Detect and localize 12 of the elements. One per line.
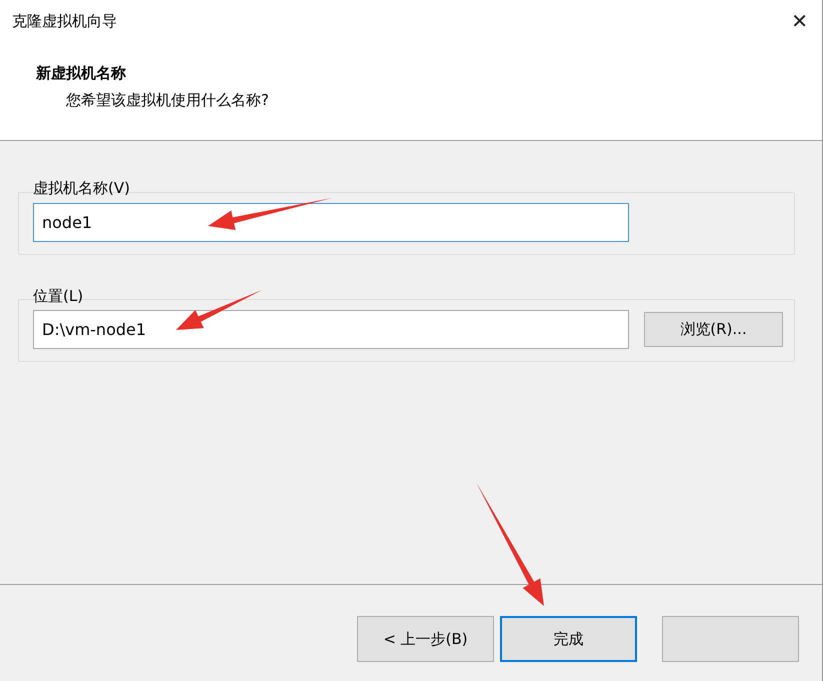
browse-button[interactable]: 浏览(R)... xyxy=(644,312,783,347)
header-title: 新虚拟机名称 xyxy=(36,63,126,84)
window-title: 克隆虚拟机向导 xyxy=(12,10,117,32)
header-subtitle: 您希望该虚拟机使用什么名称? xyxy=(66,90,269,110)
dialog-button[interactable] xyxy=(662,616,799,662)
group-label: 位置(L) xyxy=(33,286,84,306)
close-button[interactable]: ✕ xyxy=(791,11,808,31)
group-label: 虚拟机名称(V) xyxy=(33,178,130,199)
dialog-button[interactable]: < 上一步(B) xyxy=(357,616,494,662)
text-field[interactable]: D:\vm-node1 xyxy=(33,310,629,349)
text-field[interactable]: node1 xyxy=(33,202,629,242)
dialog-button[interactable]: 完成 xyxy=(500,616,637,662)
